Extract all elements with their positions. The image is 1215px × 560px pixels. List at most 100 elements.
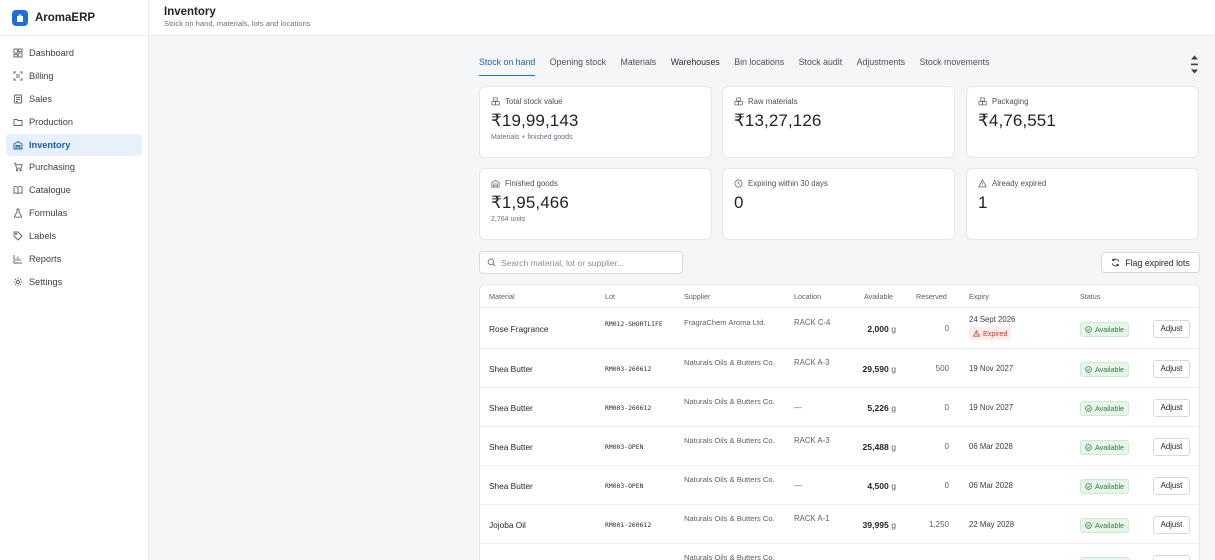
card-value: 1	[978, 193, 988, 212]
sidebar-item-labels[interactable]: Labels	[6, 225, 142, 247]
status-label: Available	[1095, 403, 1125, 413]
supplier-name: Naturals Oils & Butters Co.	[684, 358, 775, 367]
material-name[interactable]: Rose Fragrance	[489, 324, 549, 334]
folder-icon	[13, 118, 23, 126]
card-value: ₹13,27,126	[734, 111, 822, 130]
sidebar-item-settings[interactable]: Settings	[6, 271, 142, 293]
column-header-material[interactable]: Material	[489, 292, 515, 301]
sidebar-item-label: Production	[29, 116, 73, 127]
reserved-qty: 500	[935, 363, 949, 373]
adjust-button[interactable]: Adjust	[1153, 359, 1190, 378]
search-box[interactable]	[479, 251, 683, 274]
adjust-label: Adjust	[1160, 520, 1183, 529]
material-name[interactable]: Shea Butter	[489, 403, 533, 413]
adjust-label: Adjust	[1160, 442, 1183, 451]
adjust-button[interactable]: Adjust	[1153, 398, 1190, 417]
location-code: RACK A-3	[794, 358, 830, 367]
material-name[interactable]: Shea Butter	[489, 481, 533, 491]
tab-stock-movements[interactable]: Stock movements	[920, 53, 990, 76]
sidebar-item-label: Labels	[29, 231, 57, 242]
material-name[interactable]: Jojoba Oil	[489, 520, 526, 530]
table-row[interactable]: Shea Butter RM003-OPEN Naturals Oils & But…	[480, 427, 1199, 466]
available-qty: 29,590 g	[863, 364, 896, 374]
sidebar-item-purchasing[interactable]: Purchasing	[6, 156, 142, 178]
card-header: Total stock value	[491, 97, 700, 106]
card-note: 2,764 units	[491, 216, 526, 223]
adjust-button[interactable]: Adjust	[1153, 437, 1190, 456]
brand[interactable]: AromaERP	[0, 0, 148, 36]
reserved-qty: 0	[944, 480, 949, 490]
check-circle-icon	[1085, 365, 1092, 373]
column-header-reserved[interactable]: Reserved	[916, 292, 947, 301]
adjust-button[interactable]: Adjust	[1153, 476, 1190, 495]
column-header-location[interactable]: Location	[794, 292, 821, 301]
card-header: Raw materials	[734, 97, 943, 106]
tab-bin-locations[interactable]: Bin locations	[734, 53, 784, 76]
page-subtitle: Stock on hand, materials, lots and locat…	[164, 19, 311, 28]
sidebar-item-catalogue[interactable]: Catalogue	[6, 179, 142, 201]
adjust-button[interactable]: Adjust	[1153, 554, 1190, 560]
flag-expired-lots-button[interactable]: Flag expired lots	[1101, 252, 1200, 273]
card-label: Raw materials	[748, 97, 798, 106]
sidebar-item-label: Dashboard	[29, 48, 74, 58]
tab-stock-on-hand[interactable]: Stock on hand	[479, 53, 536, 76]
material-name[interactable]: Shea Butter	[489, 442, 533, 452]
status-label: Available	[1095, 442, 1125, 452]
sidebar-item-sales[interactable]: Sales	[6, 88, 142, 110]
material-name[interactable]: Shea Butter	[489, 364, 533, 374]
sidebar-item-billing[interactable]: Billing	[6, 65, 142, 87]
column-header-lot[interactable]: Lot	[605, 292, 615, 301]
lot-code: RM003-OPEN	[605, 442, 644, 451]
column-header-expiry[interactable]: Expiry	[969, 292, 989, 301]
expiry-date: 19 Nov 2027	[969, 403, 1014, 412]
lot-code: RM001-260612	[605, 520, 652, 529]
sidebar-item-formulas[interactable]: Formulas	[6, 202, 142, 224]
table-row[interactable]: Jojoba OilRM001-260612Naturals Oils & Bu…	[480, 505, 1199, 544]
location-code: RACK A-3	[794, 436, 830, 445]
column-header-supplier[interactable]: Supplier	[684, 292, 710, 301]
unit-label: g	[891, 441, 896, 452]
reserved-qty: 0	[944, 441, 949, 451]
sidebar-item-reports[interactable]: Reports	[6, 248, 142, 270]
tab-opening-stock[interactable]: Opening stock	[550, 53, 606, 76]
expiry-date: 06 Mar 2028	[969, 442, 1013, 451]
status-label: Available	[1095, 364, 1125, 374]
sidebar-item-production[interactable]: Production	[6, 111, 142, 133]
flask-icon	[13, 208, 23, 218]
table-row[interactable]: Shea Butter RM003-260612 Naturals Oils & B…	[480, 388, 1199, 427]
unit-label: g	[891, 402, 896, 413]
search-input[interactable]	[501, 257, 681, 268]
column-header-status[interactable]: Status	[1080, 292, 1100, 301]
brand-name: AromaERP	[35, 11, 96, 24]
unit-label: g	[891, 480, 896, 491]
status-cell: Available	[1080, 517, 1130, 533]
expiry-date: 24 Sept 2026	[969, 315, 1016, 324]
sidebar-item-label: Formulas	[29, 208, 68, 219]
tab-warehouses[interactable]: Warehouses	[671, 53, 720, 76]
tab-stock-audit[interactable]: Stock audit	[799, 53, 843, 76]
table-row[interactable]: Rose Fragrance RM012-SHORTLIFE FragraChem …	[480, 308, 1199, 349]
expiry-date: 22 May 2028	[969, 520, 1015, 529]
tab-materials[interactable]: Materials	[621, 53, 657, 76]
check-circle-icon	[1085, 443, 1092, 451]
adjust-button[interactable]: Adjust	[1153, 515, 1190, 534]
kpi-card-expiring-soon: Expiring within 30 days 0	[722, 168, 955, 240]
table-row[interactable]: Jojoba OilRM001-260612Naturals Oils & Bu…	[480, 544, 1199, 560]
adjust-button[interactable]: Adjust	[1153, 319, 1190, 338]
tab-scroll-toggle-icon[interactable]	[1189, 54, 1200, 75]
tab-adjustments[interactable]: Adjustments	[857, 53, 905, 76]
column-header-available[interactable]: Available	[864, 292, 893, 301]
status-cell: Available	[1080, 556, 1130, 560]
table-row[interactable]: Shea Butter RM003-OPEN Naturals Oils & But…	[480, 466, 1199, 505]
card-value: ₹19,99,143	[491, 111, 579, 130]
available-value: 39,995	[862, 519, 889, 530]
boxes-icon	[978, 97, 987, 106]
expiry-date: 06 Mar 2028	[969, 481, 1013, 490]
page-header: Inventory Stock on hand, materials, lots…	[149, 0, 1215, 36]
table-row[interactable]: Shea Butter RM003-260612 Naturals Oils & B…	[480, 349, 1199, 388]
sidebar-item-dashboard[interactable]: Dashboard	[6, 42, 142, 64]
sidebar-item-inventory[interactable]: Inventory	[6, 133, 142, 156]
expiry-date: 19 Nov 2027	[969, 364, 1014, 373]
sidebar-item-label: Sales	[29, 93, 52, 104]
kpi-card-raw-materials: Raw materials ₹13,27,126	[722, 86, 955, 158]
